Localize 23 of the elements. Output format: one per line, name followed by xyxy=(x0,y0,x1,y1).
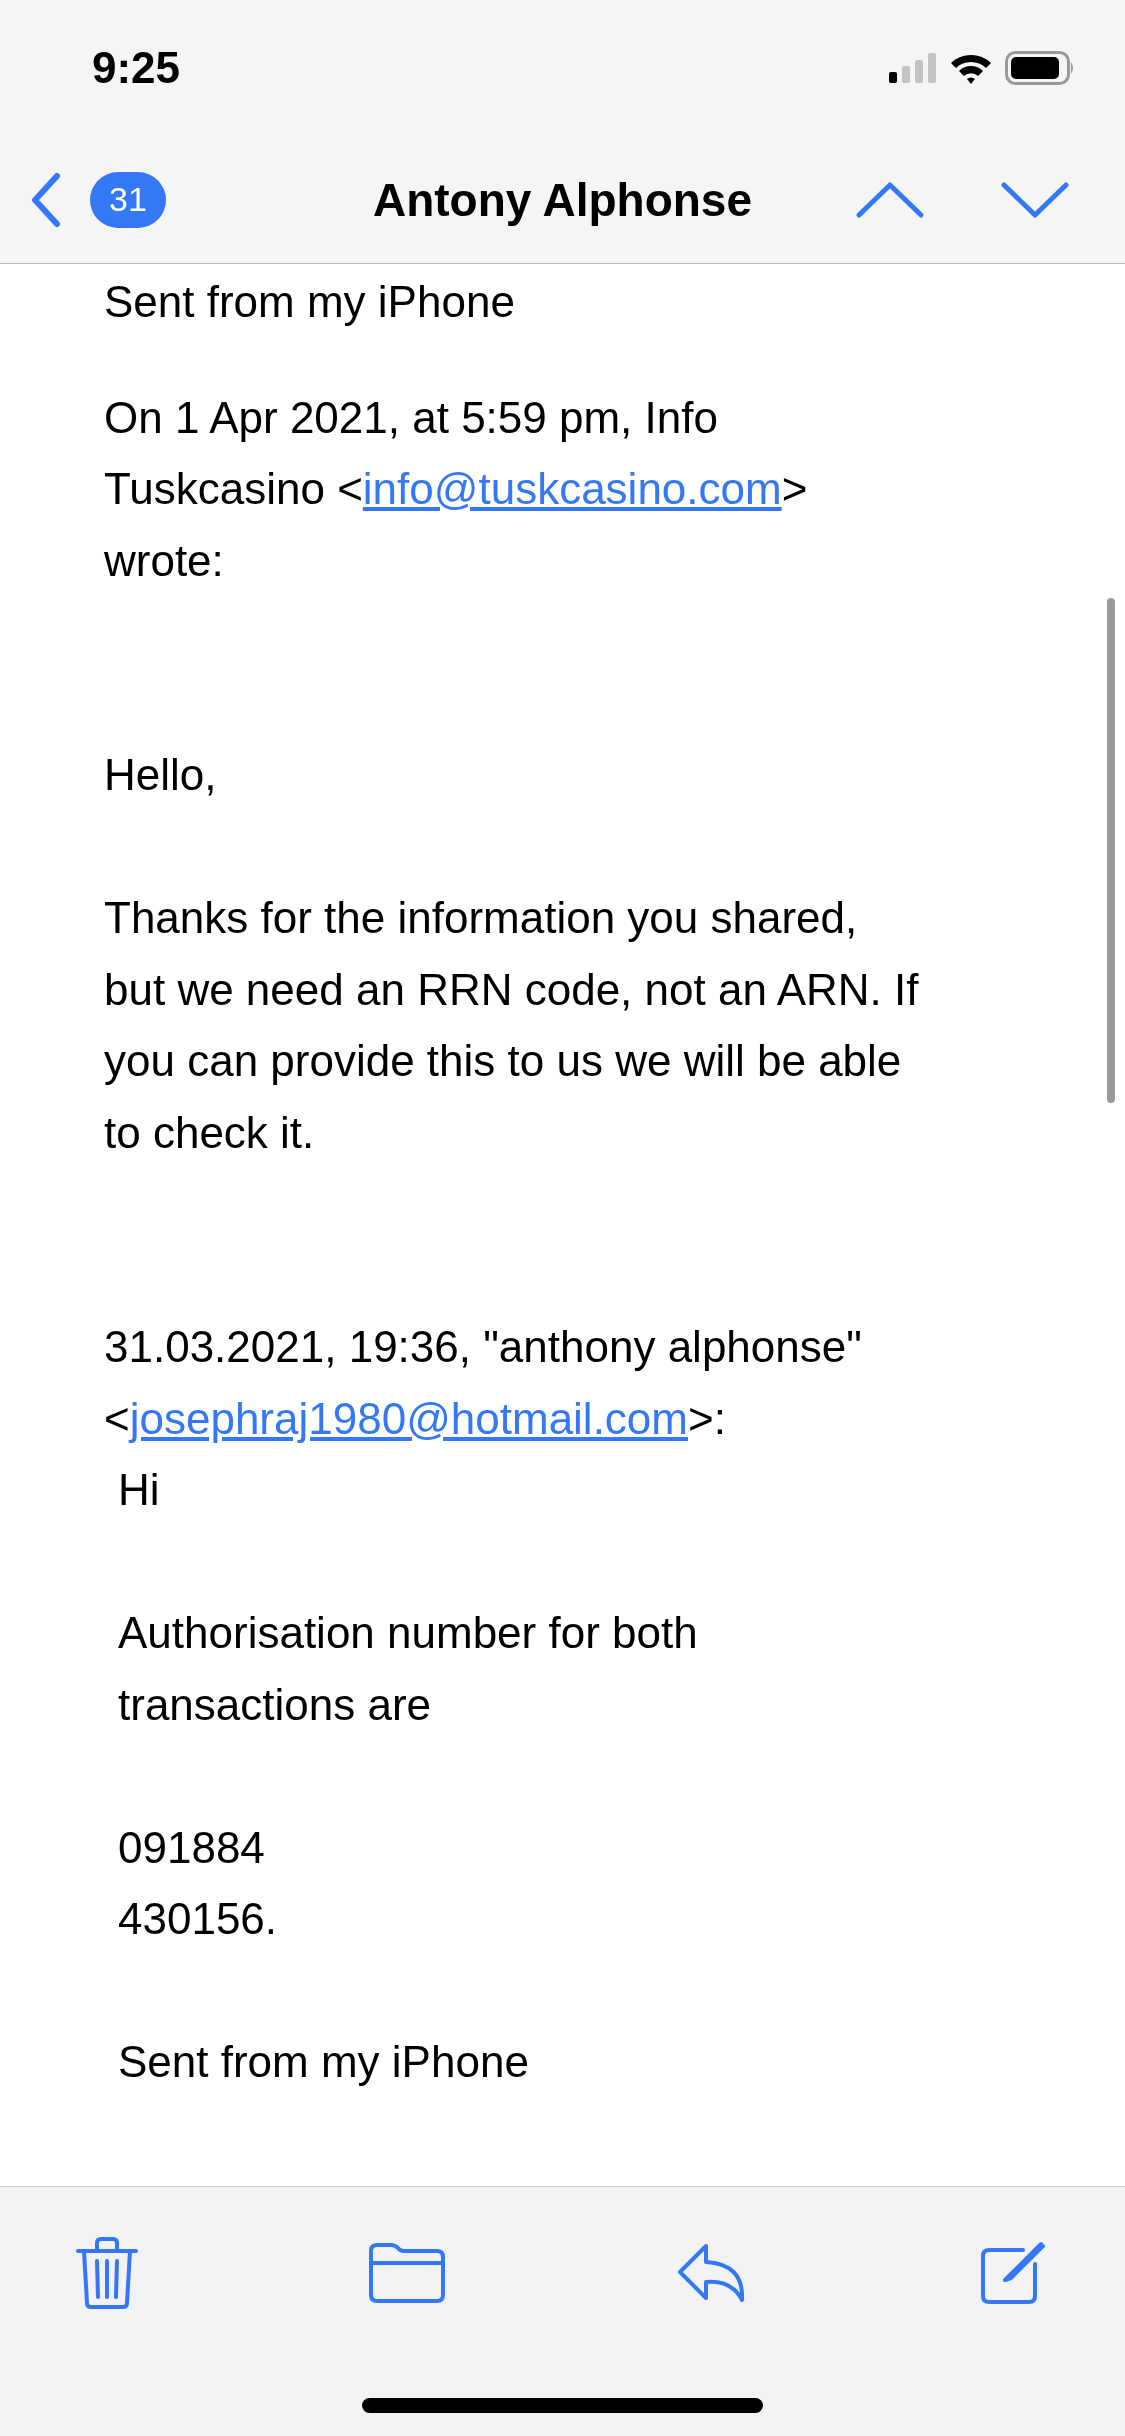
trash-icon xyxy=(75,2237,139,2309)
message-text: Sent from my iPhone xyxy=(118,2036,529,2089)
message-text: 31.03.2021, 19:36, "anthony alphonse" <josephraj1980@hotmail.com>: xyxy=(104,1321,862,1445)
email-link[interactable]: josephraj1980@hotmail.com xyxy=(129,1393,688,1443)
message-text: Thanks for the information you shared, but we need an RRN code, not an ARN. If you can provide this to us we will be able to check it. xyxy=(104,892,919,1159)
nav-title: Antony Alphonse xyxy=(372,172,753,227)
signal-icon xyxy=(889,53,937,83)
message-text: 091884 430156. xyxy=(118,1821,278,1946)
message-text: Authorisation number for both transactions are xyxy=(118,1607,698,1731)
wifi-icon xyxy=(949,52,993,84)
chevron-down-icon xyxy=(1000,180,1070,219)
unread-count-badge: 31 xyxy=(90,171,166,228)
battery-icon xyxy=(1005,51,1075,85)
folder-icon xyxy=(369,2243,445,2303)
message-text: Hello, xyxy=(104,749,217,802)
message-text: On 1 Apr 2021, at 5:59 pm, Info Tuskcasino <info@tuskcasino.com> wrote: xyxy=(104,391,808,587)
chevron-up-icon xyxy=(855,180,925,219)
message-text: Sent from my iPhone xyxy=(104,276,515,328)
status-time: 9:25 xyxy=(92,43,181,93)
email-link[interactable]: info@tuskcasino.com xyxy=(362,464,782,514)
chevron-left-icon xyxy=(31,171,61,228)
message-text: Hi xyxy=(118,1464,160,1517)
compose-icon xyxy=(979,2240,1047,2306)
